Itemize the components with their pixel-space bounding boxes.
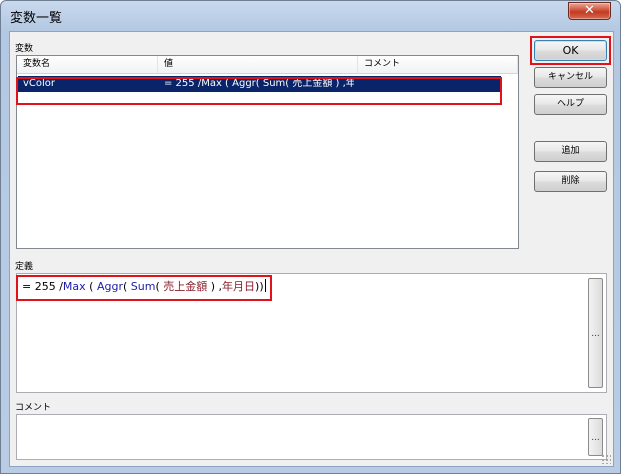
definition-expand-button[interactable]: ...	[588, 278, 603, 388]
table-row[interactable]: vColor = 255 /Max ( Aggr( Sum( 売上金額 ) ,年…	[18, 76, 501, 92]
dialog-body: 変数 変数名 値 コメント vColor = 255 /Max ( Aggr( …	[9, 31, 614, 467]
expr-function-aggr: Aggr	[96, 280, 123, 293]
definition-label: 定義	[15, 262, 34, 272]
comment-label: コメント	[15, 403, 52, 413]
expr-part: (	[85, 280, 97, 293]
ok-button[interactable]: OK	[534, 40, 607, 61]
column-header-value[interactable]: 値	[158, 56, 358, 73]
variables-list-header: 変数名 値 コメント	[17, 56, 518, 74]
cancel-button[interactable]: キャンセル	[534, 67, 607, 88]
column-header-comment[interactable]: コメント	[358, 56, 518, 73]
definition-editor[interactable]: = 255 /Max ( Aggr( Sum( 売上金額 ) ,年月日)) ..…	[16, 273, 607, 393]
expr-part: ))	[255, 280, 264, 293]
expr-dimension: 年月日	[222, 280, 256, 293]
add-button[interactable]: 追加	[534, 141, 607, 162]
title-bar: 変数一覧 ✕	[1, 1, 620, 31]
expr-function-sum: Sum	[130, 280, 156, 293]
row-variable-value: = 255 /Max ( Aggr( Sum( 売上金額 ) ,年月日	[164, 78, 354, 89]
comment-expand-button[interactable]: ...	[588, 418, 603, 456]
comment-editor[interactable]: ...	[16, 414, 607, 460]
row-variable-name: vColor	[23, 78, 56, 89]
text-caret	[264, 279, 266, 292]
variables-label: 変数	[15, 44, 34, 54]
column-header-name[interactable]: 変数名	[17, 56, 158, 73]
dialog-title: 変数一覧	[10, 11, 63, 26]
expr-part: = 255 /	[22, 280, 63, 293]
expr-part: (	[122, 280, 131, 293]
variables-list[interactable]: 変数名 値 コメント vColor = 255 /Max ( Aggr( Sum…	[16, 55, 519, 249]
help-button[interactable]: ヘルプ	[534, 94, 607, 115]
close-button[interactable]: ✕	[568, 2, 611, 20]
expr-field: 売上金額	[163, 280, 208, 293]
resize-grip[interactable]	[601, 454, 611, 464]
delete-button[interactable]: 削除	[534, 171, 607, 192]
definition-expression: = 255 /Max ( Aggr( Sum( 売上金額 ) ,年月日))	[22, 278, 266, 294]
row-variable-comment	[364, 76, 494, 92]
expr-function-max: Max	[62, 280, 86, 293]
close-icon: ✕	[584, 3, 595, 18]
variable-overview-dialog: 変数一覧 ✕ 変数 変数名 値 コメント vColor = 255 /Max (…	[0, 0, 621, 474]
expr-part: ) ,	[207, 280, 223, 293]
